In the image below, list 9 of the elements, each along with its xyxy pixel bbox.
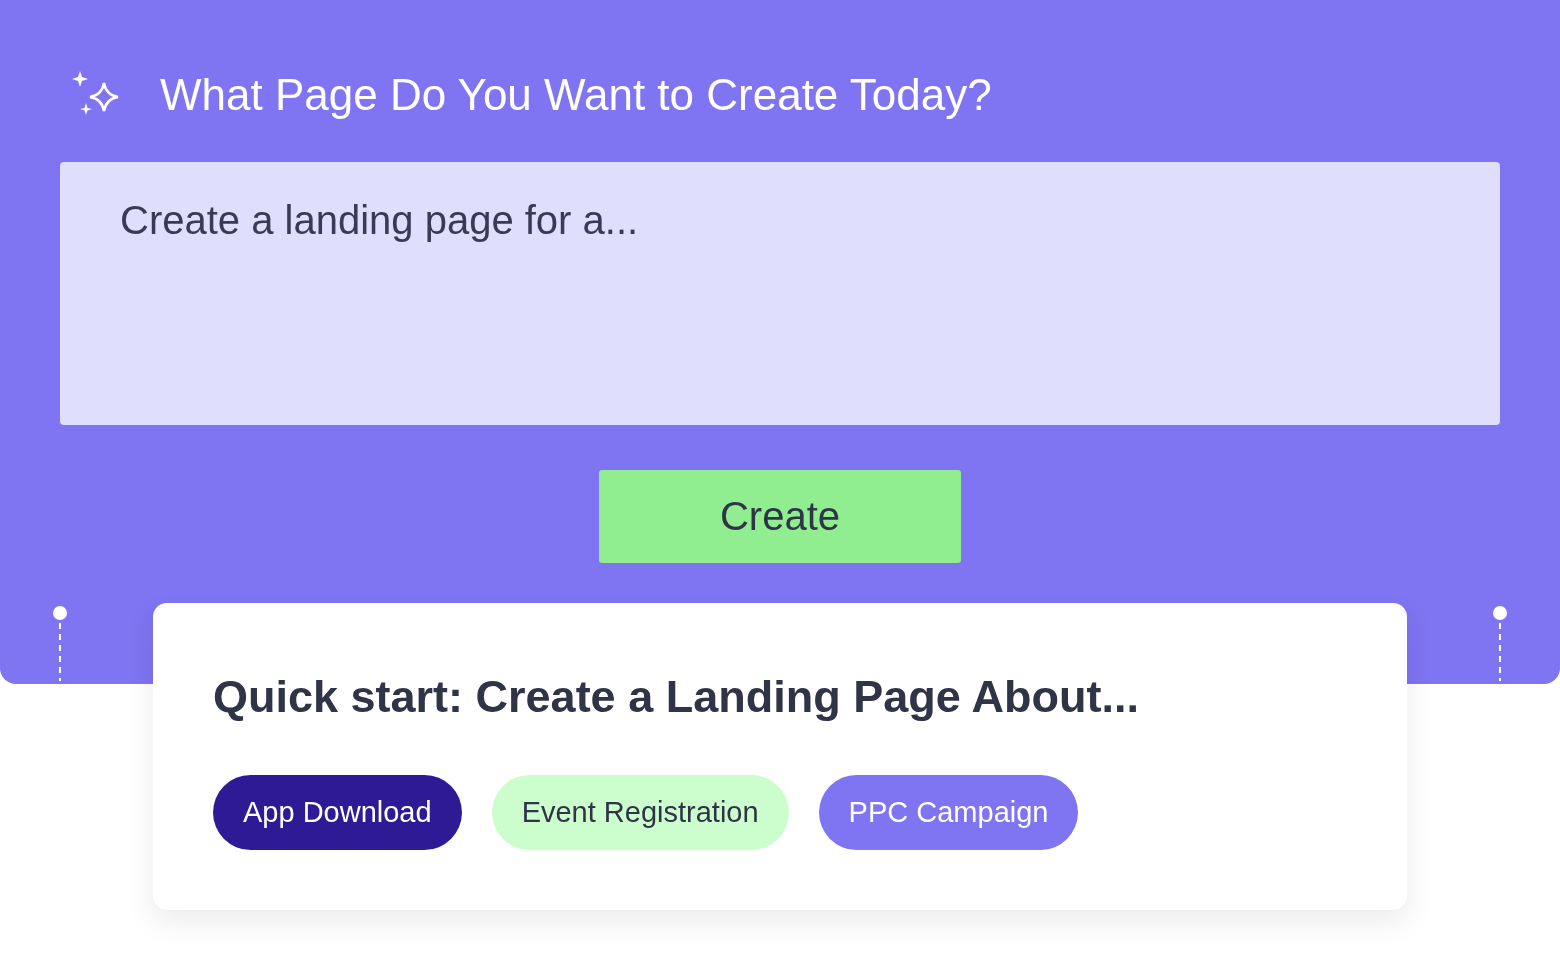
page-title: What Page Do You Want to Create Today? xyxy=(160,69,992,120)
pin-marker-icon xyxy=(52,605,68,681)
pin-marker-icon xyxy=(1492,605,1508,681)
topic-chip[interactable]: Event Registration xyxy=(491,775,789,850)
card-title: Quick start: Create a Landing Page About... xyxy=(213,671,1140,723)
create-button[interactable]: Create xyxy=(599,470,961,563)
topic-chip[interactable]: App Download xyxy=(213,775,462,850)
prompt-field[interactable]: Create a landing page for a... xyxy=(60,161,1500,426)
topic-chip[interactable]: PPC Campaign xyxy=(818,775,1079,850)
